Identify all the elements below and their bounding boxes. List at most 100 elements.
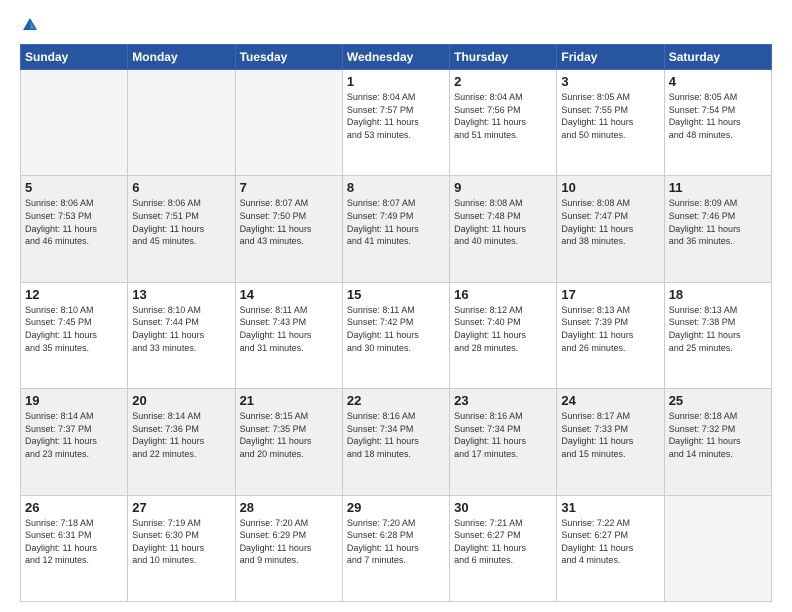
calendar-cell: 30 Sunrise: 7:21 AMSunset: 6:27 PMDayligh… (450, 495, 557, 601)
day-info: Sunrise: 8:06 AMSunset: 7:51 PMDaylight:… (132, 197, 230, 247)
calendar-cell (664, 495, 771, 601)
day-info: Sunrise: 8:16 AMSunset: 7:34 PMDaylight:… (347, 410, 445, 460)
day-number: 23 (454, 393, 552, 408)
calendar-cell: 31 Sunrise: 7:22 AMSunset: 6:27 PMDayligh… (557, 495, 664, 601)
week-row-3: 19Sunrise: 8:14 AMSunset: 7:37 PMDayligh… (21, 389, 772, 495)
calendar-cell: 26 Sunrise: 7:18 AMSunset: 6:31 PMDayligh… (21, 495, 128, 601)
calendar-cell: 21 Sunrise: 8:15 AMSunset: 7:35 PMDayligh… (235, 389, 342, 495)
day-info: Sunrise: 8:10 AMSunset: 7:44 PMDaylight:… (132, 304, 230, 354)
calendar-cell: 4Sunrise: 8:05 AMSunset: 7:54 PMDaylight… (664, 70, 771, 176)
calendar-cell: 19Sunrise: 8:14 AMSunset: 7:37 PMDayligh… (21, 389, 128, 495)
day-number: 14 (240, 287, 338, 302)
day-number: 2 (454, 74, 552, 89)
day-number: 19 (25, 393, 123, 408)
calendar-table: SundayMondayTuesdayWednesdayThursdayFrid… (20, 44, 772, 602)
calendar-cell: 14 Sunrise: 8:11 AMSunset: 7:43 PMDayligh… (235, 282, 342, 388)
day-info: Sunrise: 8:11 AMSunset: 7:42 PMDaylight:… (347, 304, 445, 354)
day-number: 7 (240, 180, 338, 195)
day-info: Sunrise: 8:06 AMSunset: 7:53 PMDaylight:… (25, 197, 123, 247)
calendar-cell: 17 Sunrise: 8:13 AMSunset: 7:39 PMDayligh… (557, 282, 664, 388)
day-number: 30 (454, 500, 552, 515)
week-row-0: 1 Sunrise: 8:04 AMSunset: 7:57 PMDaylight… (21, 70, 772, 176)
calendar-cell (128, 70, 235, 176)
calendar-cell: 18Sunrise: 8:13 AMSunset: 7:38 PMDayligh… (664, 282, 771, 388)
day-number: 5 (25, 180, 123, 195)
calendar-cell: 5 Sunrise: 8:06 AMSunset: 7:53 PMDaylight… (21, 176, 128, 282)
header (20, 18, 772, 34)
day-info: Sunrise: 8:04 AMSunset: 7:57 PMDaylight:… (347, 91, 445, 141)
day-number: 16 (454, 287, 552, 302)
day-info: Sunrise: 8:09 AMSunset: 7:46 PMDaylight:… (669, 197, 767, 247)
day-number: 9 (454, 180, 552, 195)
day-number: 31 (561, 500, 659, 515)
calendar-cell: 2 Sunrise: 8:04 AMSunset: 7:56 PMDaylight… (450, 70, 557, 176)
calendar-cell: 10 Sunrise: 8:08 AMSunset: 7:47 PMDayligh… (557, 176, 664, 282)
week-row-4: 26 Sunrise: 7:18 AMSunset: 6:31 PMDayligh… (21, 495, 772, 601)
day-number: 28 (240, 500, 338, 515)
day-info: Sunrise: 7:21 AMSunset: 6:27 PMDaylight:… (454, 517, 552, 567)
day-info: Sunrise: 7:20 AMSunset: 6:29 PMDaylight:… (240, 517, 338, 567)
logo (20, 18, 39, 34)
calendar-cell: 3 Sunrise: 8:05 AMSunset: 7:55 PMDaylight… (557, 70, 664, 176)
calendar-cell: 13Sunrise: 8:10 AMSunset: 7:44 PMDayligh… (128, 282, 235, 388)
calendar-cell: 20 Sunrise: 8:14 AMSunset: 7:36 PMDayligh… (128, 389, 235, 495)
day-info: Sunrise: 7:20 AMSunset: 6:28 PMDaylight:… (347, 517, 445, 567)
day-number: 12 (25, 287, 123, 302)
calendar-cell: 12 Sunrise: 8:10 AMSunset: 7:45 PMDayligh… (21, 282, 128, 388)
calendar-cell: 24 Sunrise: 8:17 AMSunset: 7:33 PMDayligh… (557, 389, 664, 495)
day-info: Sunrise: 8:04 AMSunset: 7:56 PMDaylight:… (454, 91, 552, 141)
day-info: Sunrise: 7:22 AMSunset: 6:27 PMDaylight:… (561, 517, 659, 567)
day-info: Sunrise: 8:08 AMSunset: 7:47 PMDaylight:… (561, 197, 659, 247)
day-number: 24 (561, 393, 659, 408)
calendar-cell: 28 Sunrise: 7:20 AMSunset: 6:29 PMDayligh… (235, 495, 342, 601)
day-number: 29 (347, 500, 445, 515)
day-info: Sunrise: 8:11 AMSunset: 7:43 PMDaylight:… (240, 304, 338, 354)
day-number: 27 (132, 500, 230, 515)
day-info: Sunrise: 8:12 AMSunset: 7:40 PMDaylight:… (454, 304, 552, 354)
day-info: Sunrise: 8:13 AMSunset: 7:39 PMDaylight:… (561, 304, 659, 354)
day-number: 11 (669, 180, 767, 195)
calendar-cell: 11 Sunrise: 8:09 AMSunset: 7:46 PMDayligh… (664, 176, 771, 282)
weekday-wednesday: Wednesday (342, 45, 449, 70)
calendar-cell: 16 Sunrise: 8:12 AMSunset: 7:40 PMDayligh… (450, 282, 557, 388)
calendar-cell: 1 Sunrise: 8:04 AMSunset: 7:57 PMDaylight… (342, 70, 449, 176)
calendar-cell: 8 Sunrise: 8:07 AMSunset: 7:49 PMDaylight… (342, 176, 449, 282)
logo-icon (21, 16, 39, 34)
day-number: 20 (132, 393, 230, 408)
day-number: 4 (669, 74, 767, 89)
calendar-cell (235, 70, 342, 176)
day-info: Sunrise: 8:15 AMSunset: 7:35 PMDaylight:… (240, 410, 338, 460)
day-info: Sunrise: 8:13 AMSunset: 7:38 PMDaylight:… (669, 304, 767, 354)
day-info: Sunrise: 8:18 AMSunset: 7:32 PMDaylight:… (669, 410, 767, 460)
day-info: Sunrise: 7:19 AMSunset: 6:30 PMDaylight:… (132, 517, 230, 567)
day-info: Sunrise: 8:07 AMSunset: 7:49 PMDaylight:… (347, 197, 445, 247)
day-number: 10 (561, 180, 659, 195)
calendar-cell (21, 70, 128, 176)
day-info: Sunrise: 8:10 AMSunset: 7:45 PMDaylight:… (25, 304, 123, 354)
day-number: 6 (132, 180, 230, 195)
day-number: 8 (347, 180, 445, 195)
calendar-cell: 15Sunrise: 8:11 AMSunset: 7:42 PMDayligh… (342, 282, 449, 388)
calendar-cell: 25Sunrise: 8:18 AMSunset: 7:32 PMDayligh… (664, 389, 771, 495)
calendar-cell: 9Sunrise: 8:08 AMSunset: 7:48 PMDaylight… (450, 176, 557, 282)
day-info: Sunrise: 8:07 AMSunset: 7:50 PMDaylight:… (240, 197, 338, 247)
day-number: 3 (561, 74, 659, 89)
calendar-cell: 7 Sunrise: 8:07 AMSunset: 7:50 PMDaylight… (235, 176, 342, 282)
calendar-cell: 23 Sunrise: 8:16 AMSunset: 7:34 PMDayligh… (450, 389, 557, 495)
day-info: Sunrise: 8:17 AMSunset: 7:33 PMDaylight:… (561, 410, 659, 460)
day-number: 17 (561, 287, 659, 302)
weekday-tuesday: Tuesday (235, 45, 342, 70)
day-info: Sunrise: 8:14 AMSunset: 7:36 PMDaylight:… (132, 410, 230, 460)
day-info: Sunrise: 8:05 AMSunset: 7:55 PMDaylight:… (561, 91, 659, 141)
day-number: 1 (347, 74, 445, 89)
calendar-cell: 22 Sunrise: 8:16 AMSunset: 7:34 PMDayligh… (342, 389, 449, 495)
day-number: 22 (347, 393, 445, 408)
day-info: Sunrise: 8:16 AMSunset: 7:34 PMDaylight:… (454, 410, 552, 460)
day-number: 21 (240, 393, 338, 408)
day-number: 26 (25, 500, 123, 515)
page: SundayMondayTuesdayWednesdayThursdayFrid… (0, 0, 792, 612)
weekday-thursday: Thursday (450, 45, 557, 70)
week-row-1: 5 Sunrise: 8:06 AMSunset: 7:53 PMDaylight… (21, 176, 772, 282)
day-info: Sunrise: 7:18 AMSunset: 6:31 PMDaylight:… (25, 517, 123, 567)
week-row-2: 12 Sunrise: 8:10 AMSunset: 7:45 PMDayligh… (21, 282, 772, 388)
